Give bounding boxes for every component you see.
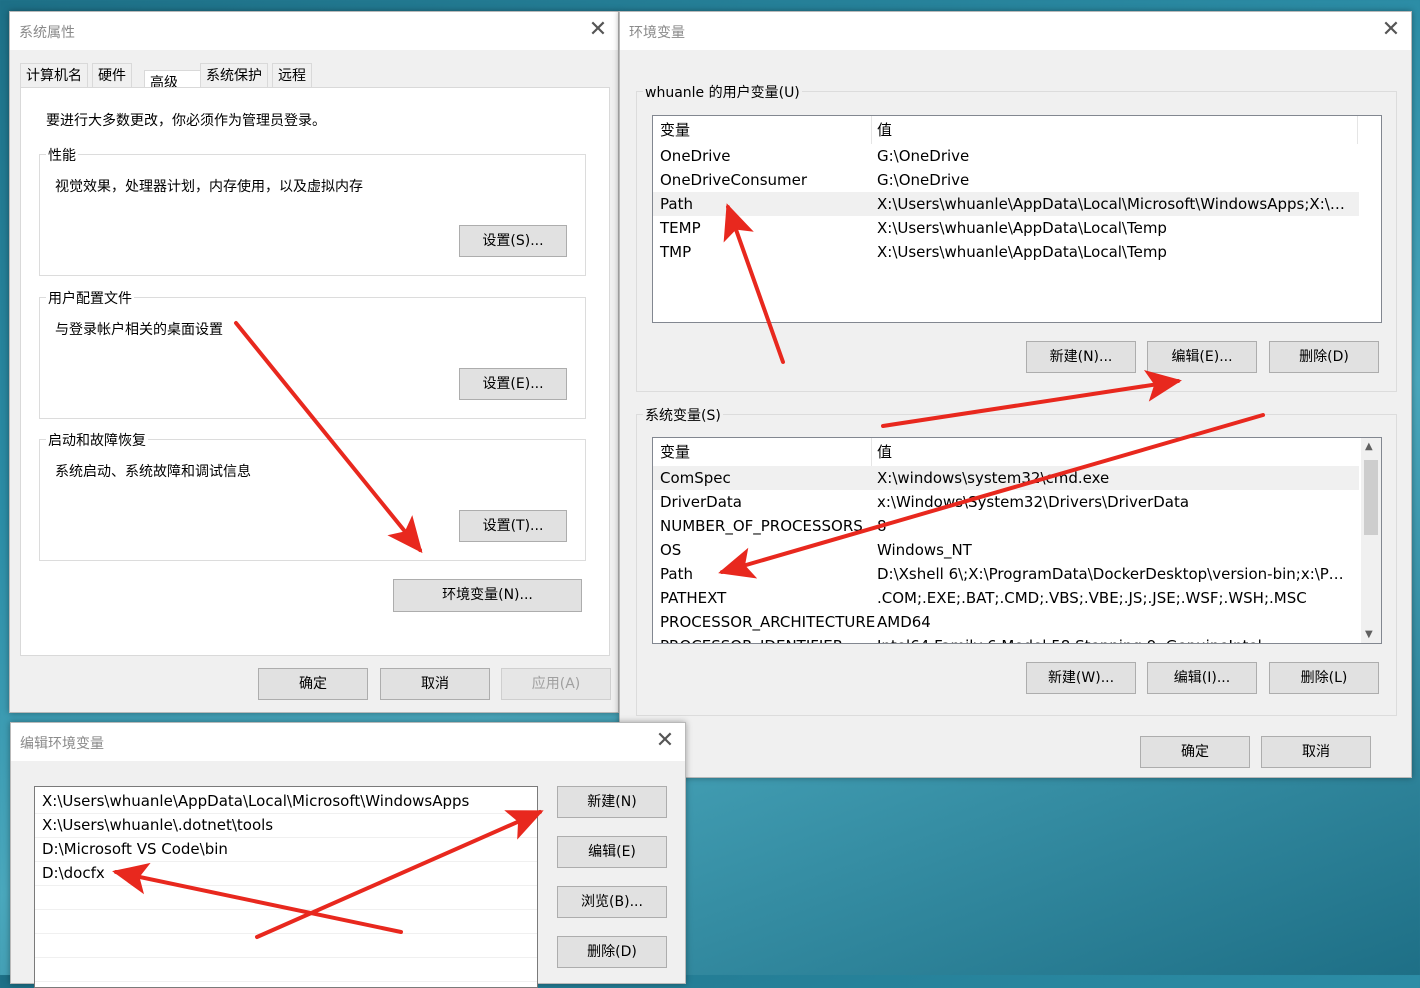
list-header: 变量 值 (653, 116, 1381, 144)
ok-button[interactable]: 确定 (258, 668, 368, 700)
path-entries-list[interactable]: X:\Users\whuanle\AppData\Local\Microsoft… (34, 786, 538, 988)
table-row[interactable]: PROCESSOR_ARCHITECTURE AMD64 (653, 610, 1381, 634)
table-row[interactable]: TEMP X:\Users\whuanle\AppData\Local\Temp (653, 216, 1381, 240)
list-header: 变量 值 (653, 438, 1381, 466)
user-variables-label: whuanle 的用户变量(U) (643, 82, 802, 102)
list-item-empty[interactable] (35, 885, 537, 910)
tab-remote[interactable]: 远程 (272, 63, 312, 88)
system-variables-label: 系统变量(S) (643, 405, 723, 425)
startup-recovery-label: 启动和故障恢复 (46, 430, 148, 450)
user-new-button[interactable]: 新建(N)... (1026, 341, 1136, 373)
table-row[interactable]: Path D:\Xshell 6\;X:\ProgramData\DockerDe… (653, 562, 1381, 586)
table-row[interactable]: OneDriveConsumer G:\OneDrive (653, 168, 1381, 192)
column-value[interactable]: 值 (877, 438, 892, 466)
user-profile-group: 用户配置文件 与登录帐户相关的桌面设置 设置(E)... (39, 288, 586, 419)
table-row[interactable]: PATHEXT .COM;.EXE;.BAT;.CMD;.VBS;.VBE;.JS… (653, 586, 1381, 610)
startup-recovery-settings-button[interactable]: 设置(T)... (459, 510, 567, 542)
list-item[interactable]: D:\docfx (35, 861, 537, 886)
user-profile-settings-button[interactable]: 设置(E)... (459, 368, 567, 400)
apply-button: 应用(A) (501, 668, 611, 700)
user-profile-label: 用户配置文件 (46, 288, 134, 308)
startup-recovery-desc: 系统启动、系统故障和调试信息 (55, 464, 251, 480)
user-delete-button[interactable]: 删除(D) (1269, 341, 1379, 373)
table-row[interactable]: PROCESSOR_IDENTIFIERIntel64 Family 6 Mod… (653, 634, 1381, 643)
system-variables-list[interactable]: 变量 值 ComSpec X:\windows\system32\cmd.exe … (652, 437, 1382, 644)
table-row[interactable]: ComSpec X:\windows\system32\cmd.exe (653, 466, 1359, 490)
cancel-button[interactable]: 取消 (1261, 736, 1371, 768)
edit-entry-button[interactable]: 编辑(E) (557, 836, 667, 868)
system-properties-window: 系统属性 ✕ 计算机名 硬件 高级 系统保护 远程 要进行大多数更改，你必须作为… (9, 11, 619, 713)
list-item[interactable]: X:\Users\whuanle\.dotnet\tools (35, 813, 537, 838)
user-variables-group: whuanle 的用户变量(U) 变量 值 OneDrive G:\OneDriv… (636, 82, 1397, 392)
advanced-tab-panel: 要进行大多数更改，你必须作为管理员登录。 性能 视觉效果，处理器计划，内存使用，… (20, 87, 610, 656)
startup-recovery-group: 启动和故障恢复 系统启动、系统故障和调试信息 设置(T)... (39, 430, 586, 561)
scroll-thumb[interactable] (1364, 460, 1378, 535)
environment-variables-button[interactable]: 环境变量(N)... (393, 579, 582, 612)
scroll-down-icon[interactable]: ▼ (1365, 629, 1373, 640)
system-new-button[interactable]: 新建(W)... (1026, 662, 1136, 694)
tab-system-protection[interactable]: 系统保护 (200, 63, 268, 88)
window-title: 环境变量 (629, 25, 685, 41)
table-row[interactable]: NUMBER_OF_PROCESSORS 8 (653, 514, 1381, 538)
performance-label: 性能 (46, 145, 78, 165)
delete-entry-button[interactable]: 删除(D) (557, 936, 667, 968)
close-icon[interactable]: ✕ (653, 729, 677, 753)
list-item[interactable]: D:\Microsoft VS Code\bin (35, 837, 537, 862)
admin-note: 要进行大多数更改，你必须作为管理员登录。 (46, 113, 326, 129)
new-entry-button[interactable]: 新建(N) (557, 786, 667, 818)
user-variables-list[interactable]: 变量 值 OneDrive G:\OneDrive OneDriveConsume… (652, 115, 1382, 323)
close-icon[interactable]: ✕ (1379, 18, 1403, 42)
list-item-empty[interactable] (35, 933, 537, 958)
table-row[interactable]: TMP X:\Users\whuanle\AppData\Local\Temp (653, 240, 1381, 264)
table-row[interactable]: DriverData x:\Windows\System32\Drivers\Dr… (653, 490, 1381, 514)
cancel-button[interactable]: 取消 (380, 668, 490, 700)
performance-group: 性能 视觉效果，处理器计划，内存使用，以及虚拟内存 设置(S)... (39, 145, 586, 276)
close-icon[interactable]: ✕ (586, 18, 610, 42)
column-variable[interactable]: 变量 (660, 438, 690, 466)
performance-settings-button[interactable]: 设置(S)... (459, 225, 567, 257)
list-item-empty[interactable] (35, 957, 537, 982)
environment-variables-window: 环境变量 ✕ whuanle 的用户变量(U) 变量 值 OneDrive G:\… (619, 11, 1412, 778)
column-value[interactable]: 值 (877, 116, 892, 144)
window-title: 编辑环境变量 (20, 736, 104, 752)
scrollbar[interactable]: ▲ ▼ (1361, 438, 1381, 643)
title-bar: 系统属性 ✕ (10, 12, 618, 50)
tab-hardware[interactable]: 硬件 (92, 63, 132, 88)
system-variables-group: 系统变量(S) 变量 值 ComSpec X:\windows\system32\… (636, 405, 1397, 716)
list-item[interactable]: X:\Users\whuanle\AppData\Local\Microsoft… (35, 789, 537, 814)
window-title: 系统属性 (19, 25, 75, 41)
title-bar: 编辑环境变量 ✕ (11, 723, 685, 761)
user-edit-button[interactable]: 编辑(E)... (1147, 341, 1257, 373)
scroll-up-icon[interactable]: ▲ (1365, 441, 1373, 452)
user-profile-desc: 与登录帐户相关的桌面设置 (55, 322, 223, 338)
performance-desc: 视觉效果，处理器计划，内存使用，以及虚拟内存 (55, 179, 363, 195)
system-edit-button[interactable]: 编辑(I)... (1147, 662, 1257, 694)
browse-button[interactable]: 浏览(B)... (557, 886, 667, 918)
list-item-empty[interactable] (35, 909, 537, 934)
table-row[interactable]: OS Windows_NT (653, 538, 1381, 562)
tab-computer-name[interactable]: 计算机名 (20, 63, 88, 88)
ok-button[interactable]: 确定 (1140, 736, 1250, 768)
edit-environment-variable-window: 编辑环境变量 ✕ X:\Users\whuanle\AppData\Local\… (10, 722, 686, 988)
table-row[interactable]: OneDrive G:\OneDrive (653, 144, 1381, 168)
title-bar: 环境变量 ✕ (620, 12, 1411, 50)
table-row[interactable]: Path X:\Users\whuanle\AppData\Local\Micro… (653, 192, 1359, 216)
column-variable[interactable]: 变量 (660, 116, 690, 144)
system-delete-button[interactable]: 删除(L) (1269, 662, 1379, 694)
